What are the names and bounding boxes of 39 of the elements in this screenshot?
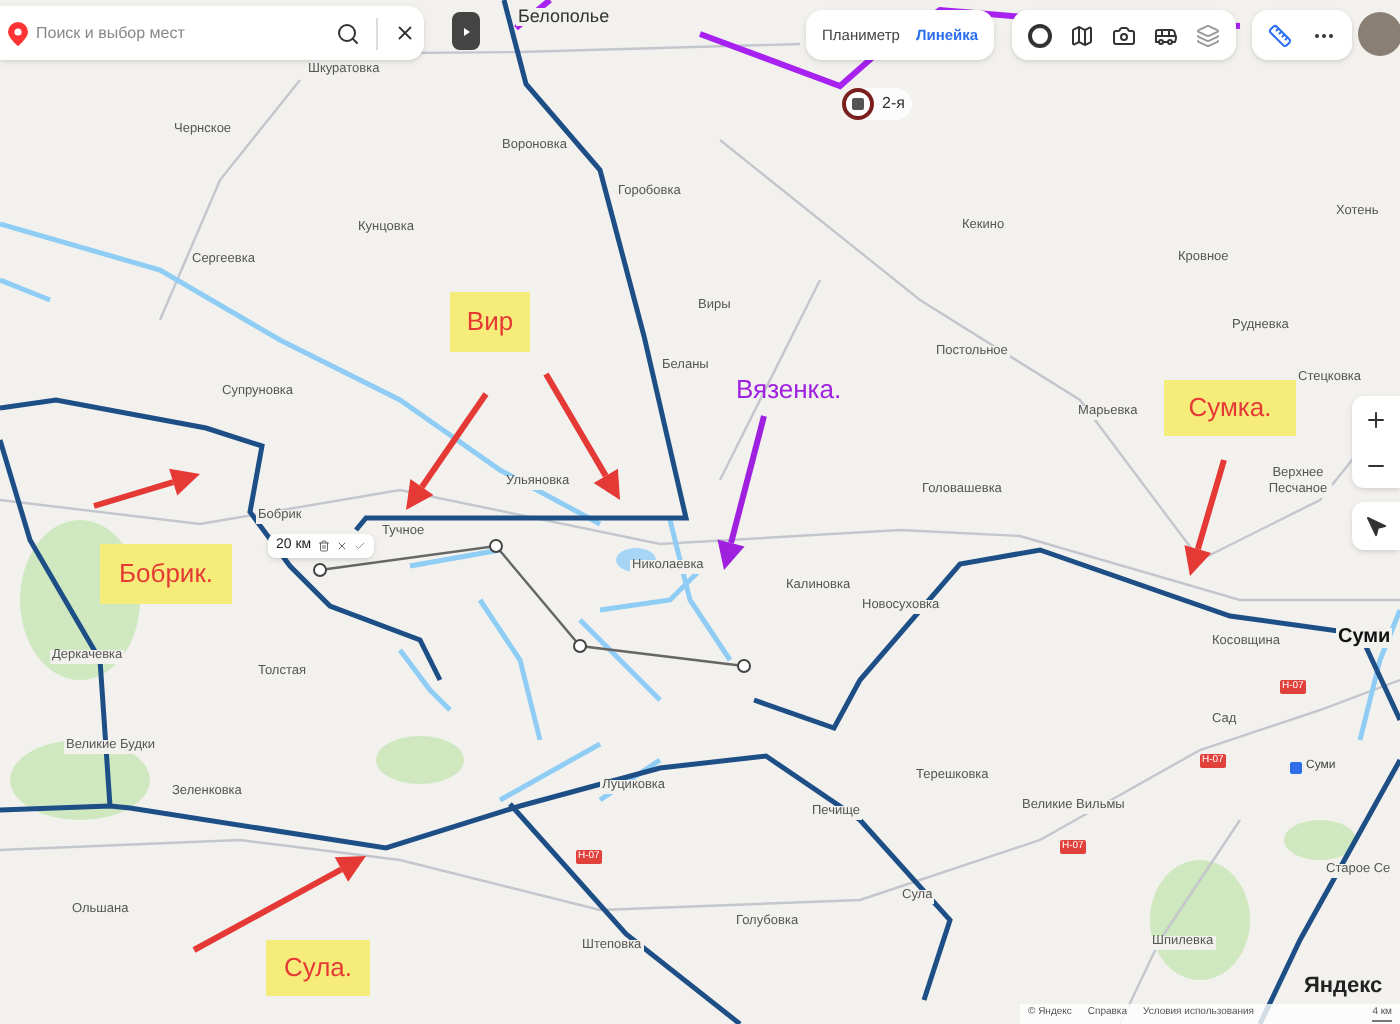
close-icon[interactable] bbox=[394, 22, 416, 44]
place-badge[interactable]: 2-я bbox=[842, 88, 913, 120]
camera-icon[interactable] bbox=[1112, 23, 1136, 47]
forest-area bbox=[1284, 820, 1356, 860]
layers-icon[interactable] bbox=[1196, 23, 1220, 47]
caret-icon bbox=[463, 27, 469, 35]
river-line bbox=[398, 648, 452, 712]
map-icon[interactable] bbox=[1070, 23, 1094, 47]
forest-area bbox=[376, 736, 464, 784]
arrow bbox=[406, 392, 489, 510]
annotation-text: Сула. bbox=[283, 950, 353, 987]
zoom-in-icon[interactable] bbox=[1364, 407, 1388, 431]
panel-toggle-button[interactable] bbox=[452, 12, 480, 50]
annotation-text: Бобрик. bbox=[119, 556, 213, 593]
annotation-text: Вир bbox=[466, 304, 514, 341]
delete-icon[interactable] bbox=[317, 540, 330, 552]
check-icon[interactable] bbox=[353, 540, 366, 552]
annotation-text: Сумка. bbox=[1188, 390, 1272, 427]
badge-label: 2-я bbox=[882, 92, 905, 116]
search-icon[interactable] bbox=[336, 21, 360, 45]
bus-icon[interactable] bbox=[1154, 23, 1178, 47]
search-input[interactable]: Поиск и выбор мест bbox=[36, 21, 328, 45]
close-icon[interactable] bbox=[335, 540, 348, 552]
arrow bbox=[93, 468, 200, 509]
river-line bbox=[409, 547, 501, 569]
logo: Яндекс bbox=[1304, 972, 1383, 1002]
river-line bbox=[578, 618, 662, 702]
arrow bbox=[1184, 459, 1227, 576]
ruler-icon[interactable] bbox=[1268, 23, 1292, 47]
annotation-text: Вязенка. bbox=[736, 374, 842, 404]
map-pin-icon bbox=[8, 21, 28, 45]
avatar[interactable] bbox=[1358, 12, 1400, 56]
place-label: Суми bbox=[1336, 628, 1393, 648]
location-arrow-icon bbox=[1365, 515, 1387, 537]
place-label: Белополье bbox=[516, 8, 612, 26]
locate-button[interactable] bbox=[1352, 502, 1400, 550]
search-field[interactable]: Поиск и выбор мест bbox=[0, 6, 424, 60]
forest-area bbox=[10, 740, 150, 820]
forest-area bbox=[1150, 860, 1250, 980]
